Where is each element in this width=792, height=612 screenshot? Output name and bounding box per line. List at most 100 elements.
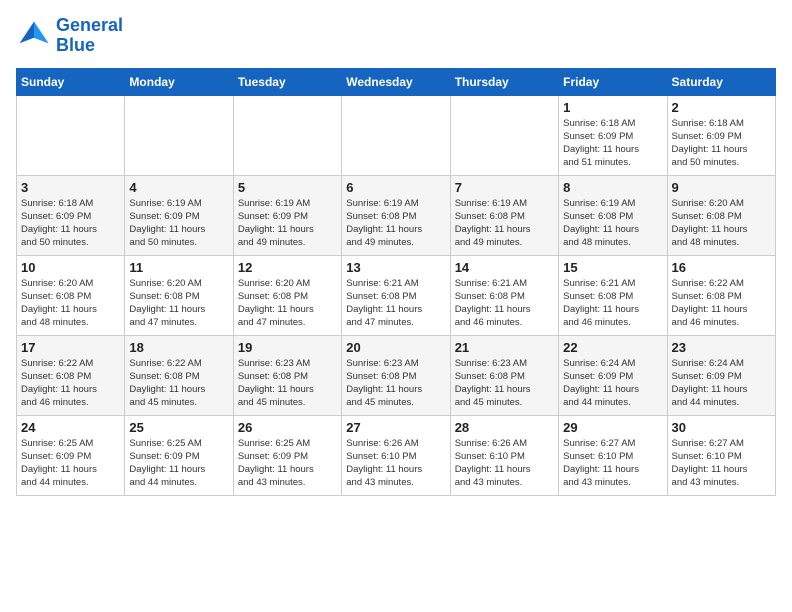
calendar-day-cell: 20 Sunrise: 6:23 AM Sunset: 6:08 PM Dayli…: [342, 335, 450, 415]
day-number: 8: [563, 180, 662, 195]
day-info: Sunrise: 6:21 AM Sunset: 6:08 PM Dayligh…: [563, 277, 662, 330]
calendar-week-row: 10 Sunrise: 6:20 AM Sunset: 6:08 PM Dayli…: [17, 255, 776, 335]
day-of-week-header: Saturday: [667, 68, 775, 95]
calendar-day-cell: 23 Sunrise: 6:24 AM Sunset: 6:09 PM Dayli…: [667, 335, 775, 415]
calendar-day-cell: [342, 95, 450, 175]
day-info: Sunrise: 6:19 AM Sunset: 6:09 PM Dayligh…: [238, 197, 337, 250]
day-info: Sunrise: 6:23 AM Sunset: 6:08 PM Dayligh…: [346, 357, 445, 410]
calendar-day-cell: 6 Sunrise: 6:19 AM Sunset: 6:08 PM Daylig…: [342, 175, 450, 255]
day-of-week-header: Tuesday: [233, 68, 341, 95]
calendar-day-cell: 18Sunrise: 6:22 AM Sunset: 6:08 PM Dayli…: [125, 335, 233, 415]
day-number: 9: [672, 180, 771, 195]
calendar-day-cell: 26 Sunrise: 6:25 AM Sunset: 6:09 PM Dayli…: [233, 415, 341, 495]
day-number: 13: [346, 260, 445, 275]
day-of-week-header: Wednesday: [342, 68, 450, 95]
day-info: Sunrise: 6:22 AM Sunset: 6:08 PM Dayligh…: [672, 277, 771, 330]
day-info: Sunrise: 6:19 AM Sunset: 6:09 PM Dayligh…: [129, 197, 228, 250]
day-number: 20: [346, 340, 445, 355]
calendar-week-row: 24Sunrise: 6:25 AM Sunset: 6:09 PM Dayli…: [17, 415, 776, 495]
calendar-day-cell: [450, 95, 558, 175]
calendar-table: SundayMondayTuesdayWednesdayThursdayFrid…: [16, 68, 776, 496]
day-of-week-header: Thursday: [450, 68, 558, 95]
day-info: Sunrise: 6:27 AM Sunset: 6:10 PM Dayligh…: [563, 437, 662, 490]
day-number: 11: [129, 260, 228, 275]
calendar-day-cell: 29Sunrise: 6:27 AM Sunset: 6:10 PM Dayli…: [559, 415, 667, 495]
calendar-day-cell: 28Sunrise: 6:26 AM Sunset: 6:10 PM Dayli…: [450, 415, 558, 495]
day-info: Sunrise: 6:21 AM Sunset: 6:08 PM Dayligh…: [346, 277, 445, 330]
day-number: 4: [129, 180, 228, 195]
calendar-day-cell: [125, 95, 233, 175]
calendar-day-cell: 15 Sunrise: 6:21 AM Sunset: 6:08 PM Dayli…: [559, 255, 667, 335]
day-number: 17: [21, 340, 120, 355]
day-number: 3: [21, 180, 120, 195]
calendar-day-cell: [233, 95, 341, 175]
calendar-day-cell: 17 Sunrise: 6:22 AM Sunset: 6:08 PM Dayli…: [17, 335, 125, 415]
calendar-day-cell: 14Sunrise: 6:21 AM Sunset: 6:08 PM Dayli…: [450, 255, 558, 335]
day-info: Sunrise: 6:22 AM Sunset: 6:08 PM Dayligh…: [129, 357, 228, 410]
day-info: Sunrise: 6:24 AM Sunset: 6:09 PM Dayligh…: [563, 357, 662, 410]
calendar-day-cell: 5 Sunrise: 6:19 AM Sunset: 6:09 PM Daylig…: [233, 175, 341, 255]
day-info: Sunrise: 6:19 AM Sunset: 6:08 PM Dayligh…: [455, 197, 554, 250]
calendar-day-cell: 21 Sunrise: 6:23 AM Sunset: 6:08 PM Dayli…: [450, 335, 558, 415]
day-number: 7: [455, 180, 554, 195]
day-number: 16: [672, 260, 771, 275]
calendar-day-cell: 19 Sunrise: 6:23 AM Sunset: 6:08 PM Dayli…: [233, 335, 341, 415]
day-number: 25: [129, 420, 228, 435]
day-number: 30: [672, 420, 771, 435]
calendar-week-row: 17 Sunrise: 6:22 AM Sunset: 6:08 PM Dayli…: [17, 335, 776, 415]
calendar-day-cell: 16 Sunrise: 6:22 AM Sunset: 6:08 PM Dayli…: [667, 255, 775, 335]
day-number: 28: [455, 420, 554, 435]
day-number: 1: [563, 100, 662, 115]
day-info: Sunrise: 6:25 AM Sunset: 6:09 PM Dayligh…: [238, 437, 337, 490]
calendar-day-cell: 7 Sunrise: 6:19 AM Sunset: 6:08 PM Daylig…: [450, 175, 558, 255]
day-of-week-header: Friday: [559, 68, 667, 95]
day-info: Sunrise: 6:26 AM Sunset: 6:10 PM Dayligh…: [346, 437, 445, 490]
logo: General Blue: [16, 16, 123, 56]
day-info: Sunrise: 6:25 AM Sunset: 6:09 PM Dayligh…: [129, 437, 228, 490]
day-number: 23: [672, 340, 771, 355]
day-info: Sunrise: 6:23 AM Sunset: 6:08 PM Dayligh…: [455, 357, 554, 410]
calendar-day-cell: [17, 95, 125, 175]
calendar-day-cell: 12 Sunrise: 6:20 AM Sunset: 6:08 PM Dayli…: [233, 255, 341, 335]
calendar-day-cell: 1 Sunrise: 6:18 AM Sunset: 6:09 PM Daylig…: [559, 95, 667, 175]
calendar-week-row: 3 Sunrise: 6:18 AM Sunset: 6:09 PM Daylig…: [17, 175, 776, 255]
day-number: 12: [238, 260, 337, 275]
logo-icon: [16, 18, 52, 54]
day-info: Sunrise: 6:20 AM Sunset: 6:08 PM Dayligh…: [129, 277, 228, 330]
calendar-day-cell: 10 Sunrise: 6:20 AM Sunset: 6:08 PM Dayli…: [17, 255, 125, 335]
calendar-day-cell: 22 Sunrise: 6:24 AM Sunset: 6:09 PM Dayli…: [559, 335, 667, 415]
day-number: 15: [563, 260, 662, 275]
logo-text: General Blue: [56, 16, 123, 56]
day-info: Sunrise: 6:21 AM Sunset: 6:08 PM Dayligh…: [455, 277, 554, 330]
calendar-day-cell: 11 Sunrise: 6:20 AM Sunset: 6:08 PM Dayli…: [125, 255, 233, 335]
day-info: Sunrise: 6:18 AM Sunset: 6:09 PM Dayligh…: [672, 117, 771, 170]
day-info: Sunrise: 6:20 AM Sunset: 6:08 PM Dayligh…: [672, 197, 771, 250]
day-number: 21: [455, 340, 554, 355]
day-number: 22: [563, 340, 662, 355]
day-info: Sunrise: 6:18 AM Sunset: 6:09 PM Dayligh…: [563, 117, 662, 170]
day-info: Sunrise: 6:22 AM Sunset: 6:08 PM Dayligh…: [21, 357, 120, 410]
day-number: 5: [238, 180, 337, 195]
day-info: Sunrise: 6:23 AM Sunset: 6:08 PM Dayligh…: [238, 357, 337, 410]
day-info: Sunrise: 6:20 AM Sunset: 6:08 PM Dayligh…: [21, 277, 120, 330]
day-of-week-header: Monday: [125, 68, 233, 95]
day-number: 6: [346, 180, 445, 195]
calendar-day-cell: 24Sunrise: 6:25 AM Sunset: 6:09 PM Dayli…: [17, 415, 125, 495]
day-number: 10: [21, 260, 120, 275]
calendar-week-row: 1 Sunrise: 6:18 AM Sunset: 6:09 PM Daylig…: [17, 95, 776, 175]
calendar-day-cell: 2Sunrise: 6:18 AM Sunset: 6:09 PM Daylig…: [667, 95, 775, 175]
day-number: 27: [346, 420, 445, 435]
day-info: Sunrise: 6:19 AM Sunset: 6:08 PM Dayligh…: [563, 197, 662, 250]
day-info: Sunrise: 6:24 AM Sunset: 6:09 PM Dayligh…: [672, 357, 771, 410]
calendar-day-cell: 8 Sunrise: 6:19 AM Sunset: 6:08 PM Daylig…: [559, 175, 667, 255]
day-info: Sunrise: 6:25 AM Sunset: 6:09 PM Dayligh…: [21, 437, 120, 490]
calendar-day-cell: 30 Sunrise: 6:27 AM Sunset: 6:10 PM Dayli…: [667, 415, 775, 495]
day-info: Sunrise: 6:19 AM Sunset: 6:08 PM Dayligh…: [346, 197, 445, 250]
day-number: 26: [238, 420, 337, 435]
day-info: Sunrise: 6:20 AM Sunset: 6:08 PM Dayligh…: [238, 277, 337, 330]
day-info: Sunrise: 6:27 AM Sunset: 6:10 PM Dayligh…: [672, 437, 771, 490]
calendar-day-cell: 13 Sunrise: 6:21 AM Sunset: 6:08 PM Dayli…: [342, 255, 450, 335]
day-number: 19: [238, 340, 337, 355]
calendar-day-cell: 4 Sunrise: 6:19 AM Sunset: 6:09 PM Daylig…: [125, 175, 233, 255]
day-info: Sunrise: 6:18 AM Sunset: 6:09 PM Dayligh…: [21, 197, 120, 250]
